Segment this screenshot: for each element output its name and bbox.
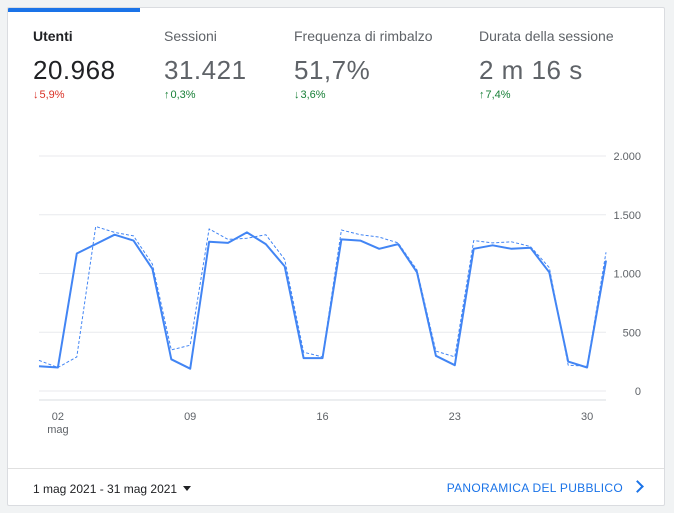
metric-tabs: Utenti 20.968 ↓5,9% Sessioni 31.421 ↑0,3… bbox=[8, 8, 664, 128]
metric-change: ↓3,6% bbox=[294, 89, 326, 101]
x-tick-label: 23 bbox=[449, 411, 461, 423]
series-line-current bbox=[38, 231, 607, 370]
metric-change: ↑7,4% bbox=[479, 89, 511, 101]
y-tick-label: 1.000 bbox=[613, 269, 641, 281]
audience-overview-link-label: PANORAMICA DEL PUBBLICO bbox=[446, 481, 623, 495]
date-range-selector[interactable]: 1 mag 2021 - 31 mag 2021 bbox=[33, 482, 192, 496]
audience-overview-link[interactable]: PANORAMICA DEL PUBBLICO bbox=[446, 480, 644, 495]
x-tick-label: 02 bbox=[52, 411, 64, 423]
metric-change: ↓5,9% bbox=[33, 89, 65, 101]
metric-value: 31.421 bbox=[164, 55, 247, 85]
arrow-up-icon: ↑ bbox=[164, 89, 170, 101]
x-tick-label: 30 bbox=[581, 411, 593, 423]
line-chart: 2.000 1.500 1.000 500 0 02mag 09 16 23 30 bbox=[38, 151, 641, 436]
metric-label: Durata della sessione bbox=[479, 28, 614, 44]
metric-change-value: 3,6% bbox=[300, 89, 326, 101]
x-tick-label: 16 bbox=[316, 411, 328, 423]
caret-down-icon bbox=[183, 486, 192, 492]
metric-value: 2 m 16 s bbox=[479, 55, 583, 85]
metric-change-value: 7,4% bbox=[485, 89, 511, 101]
date-range-label: 1 mag 2021 - 31 mag 2021 bbox=[33, 482, 178, 496]
active-tab-indicator bbox=[8, 8, 140, 12]
metric-value: 51,7% bbox=[294, 55, 371, 85]
y-tick-label: 1.500 bbox=[613, 210, 641, 222]
metric-label: Sessioni bbox=[164, 28, 217, 44]
card-footer: 1 mag 2021 - 31 mag 2021 PANORAMICA DEL … bbox=[8, 468, 664, 505]
y-tick-label: 500 bbox=[623, 327, 641, 339]
arrow-down-icon: ↓ bbox=[33, 89, 39, 101]
audience-overview-card: Utenti 20.968 ↓5,9% Sessioni 31.421 ↑0,3… bbox=[7, 7, 665, 506]
arrow-down-icon: ↓ bbox=[294, 89, 300, 101]
metric-change-value: 0,3% bbox=[170, 89, 196, 101]
y-tick-label: 2.000 bbox=[613, 151, 641, 163]
metric-change: ↑0,3% bbox=[164, 89, 196, 101]
chevron-right-icon bbox=[631, 480, 644, 493]
arrow-up-icon: ↑ bbox=[479, 89, 485, 101]
metric-change-value: 5,9% bbox=[39, 89, 65, 101]
x-tick-label: 09 bbox=[184, 411, 196, 423]
y-tick-label: 0 bbox=[635, 386, 641, 398]
metric-label: Utenti bbox=[33, 28, 73, 44]
x-tick-sublabel: mag bbox=[47, 424, 68, 436]
metric-value: 20.968 bbox=[33, 55, 116, 85]
metric-label: Frequenza di rimbalzo bbox=[294, 28, 433, 44]
